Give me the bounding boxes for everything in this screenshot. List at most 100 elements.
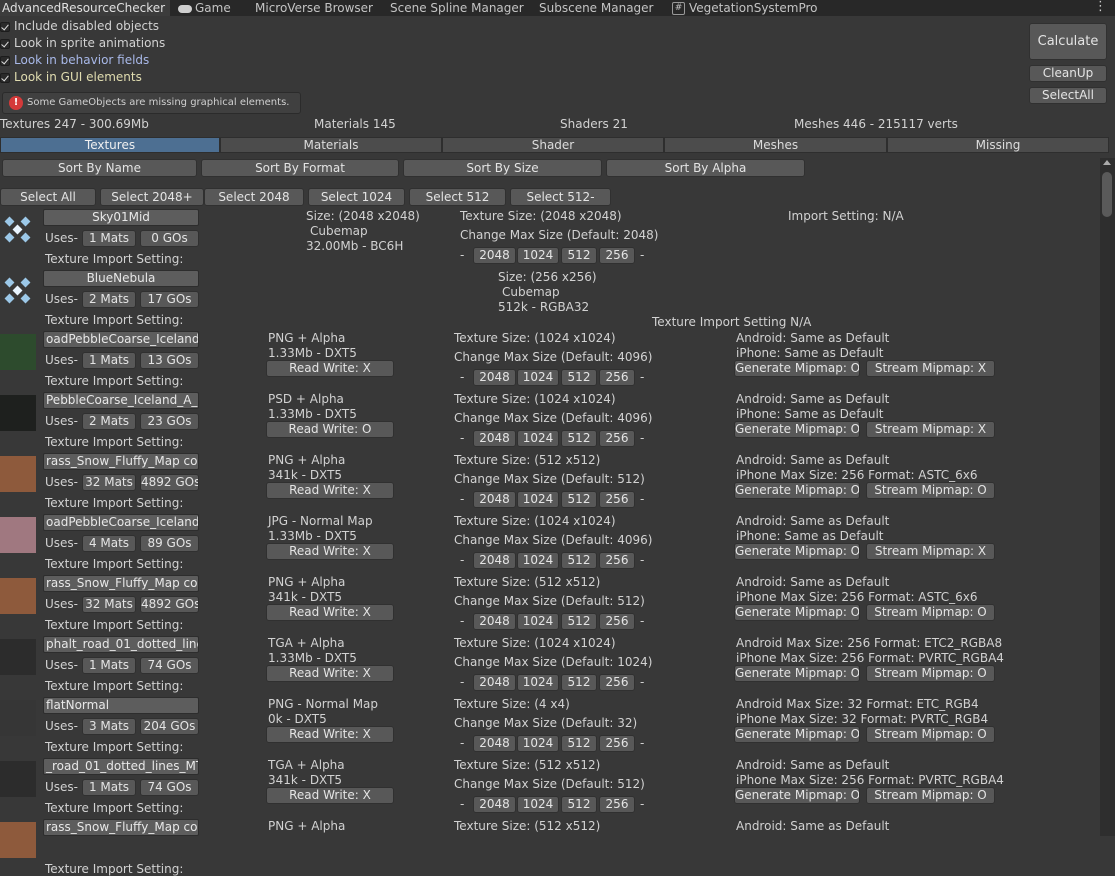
- tab-meshes[interactable]: Meshes: [664, 137, 887, 153]
- size-2048-button[interactable]: 2048: [473, 796, 516, 813]
- materials-count-button[interactable]: 1 Mats: [82, 779, 136, 796]
- size-256-button[interactable]: 256: [599, 369, 635, 386]
- size-1024-button[interactable]: 1024: [517, 430, 559, 447]
- tab-vegetation-system-pro[interactable]: # VegetationSystemPro: [672, 0, 822, 16]
- materials-count-button[interactable]: 1 Mats: [82, 352, 136, 369]
- size-2048-button[interactable]: 2048: [473, 613, 516, 630]
- read-write-button[interactable]: Read Write: X: [266, 665, 394, 682]
- tab-microverse-browser[interactable]: MicroVerse Browser: [255, 0, 373, 16]
- generate-mipmap-button[interactable]: Generate Mipmap: O: [734, 604, 860, 621]
- read-write-button[interactable]: Read Write: X: [266, 726, 394, 743]
- texture-name-field[interactable]: oadPebbleCoarse_Iceland_: [43, 331, 199, 348]
- size-256-button[interactable]: 256: [599, 674, 635, 691]
- read-write-button[interactable]: Read Write: X: [266, 360, 394, 377]
- size-2048-button[interactable]: 2048: [473, 491, 516, 508]
- size-256-button[interactable]: 256: [599, 552, 635, 569]
- texture-name-field[interactable]: Sky01Mid: [43, 209, 199, 226]
- sort-by-alpha-button[interactable]: Sort By Alpha: [606, 159, 805, 177]
- size-512-button[interactable]: 512: [561, 369, 597, 386]
- select-512-minus-button[interactable]: Select 512-: [510, 188, 611, 206]
- read-write-button[interactable]: Read Write: X: [266, 604, 394, 621]
- gameobjects-count-button[interactable]: 204 GOs: [140, 718, 199, 735]
- size-512-button[interactable]: 512: [561, 613, 597, 630]
- size-1024-button[interactable]: 1024: [517, 552, 559, 569]
- texture-name-field[interactable]: PebbleCoarse_Iceland_A_D: [43, 392, 199, 409]
- gameobjects-count-button[interactable]: 74 GOs: [140, 657, 199, 674]
- gameobjects-count-button[interactable]: 74 GOs: [140, 779, 199, 796]
- size-2048-button[interactable]: 2048: [473, 247, 516, 264]
- stream-mipmap-button[interactable]: Stream Mipmap: O: [866, 665, 995, 682]
- size-512-button[interactable]: 512: [561, 247, 597, 264]
- tab-scene-spline-manager[interactable]: Scene Spline Manager: [390, 0, 525, 16]
- sort-by-size-button[interactable]: Sort By Size: [403, 159, 602, 177]
- select-512-button[interactable]: Select 512: [409, 188, 506, 206]
- stream-mipmap-button[interactable]: Stream Mipmap: X: [866, 360, 995, 377]
- include-disabled-checkbox[interactable]: [0, 22, 10, 32]
- stream-mipmap-button[interactable]: Stream Mipmap: X: [866, 543, 995, 560]
- texture-name-field[interactable]: BlueNebula: [43, 270, 199, 287]
- size-1024-button[interactable]: 1024: [517, 247, 559, 264]
- size-512-button[interactable]: 512: [561, 552, 597, 569]
- select-2048-plus-button[interactable]: Select 2048+: [100, 188, 204, 206]
- texture-name-field[interactable]: flatNormal: [43, 697, 199, 714]
- size-256-button[interactable]: 256: [599, 491, 635, 508]
- generate-mipmap-button[interactable]: Generate Mipmap: O: [734, 482, 860, 499]
- size-2048-button[interactable]: 2048: [473, 369, 516, 386]
- size-1024-button[interactable]: 1024: [517, 735, 559, 752]
- generate-mipmap-button[interactable]: Generate Mipmap: O: [734, 543, 860, 560]
- behavior-fields-checkbox[interactable]: [0, 56, 10, 66]
- stream-mipmap-button[interactable]: Stream Mipmap: O: [866, 604, 995, 621]
- stream-mipmap-button[interactable]: Stream Mipmap: O: [866, 482, 995, 499]
- calculate-button[interactable]: Calculate: [1029, 23, 1107, 60]
- generate-mipmap-button[interactable]: Generate Mipmap: O: [734, 421, 860, 438]
- generate-mipmap-button[interactable]: Generate Mipmap: O: [734, 665, 860, 682]
- size-1024-button[interactable]: 1024: [517, 491, 559, 508]
- scrollbar-thumb[interactable]: [1102, 172, 1112, 217]
- materials-count-button[interactable]: 32 Mats: [82, 596, 136, 613]
- tab-shader[interactable]: Shader: [442, 137, 664, 153]
- select-1024-button[interactable]: Select 1024: [308, 188, 405, 206]
- size-2048-button[interactable]: 2048: [473, 430, 516, 447]
- texture-name-field[interactable]: oadPebbleCoarse_Iceland_: [43, 514, 199, 531]
- size-2048-button[interactable]: 2048: [473, 674, 516, 691]
- gameobjects-count-button[interactable]: 13 GOs: [140, 352, 199, 369]
- read-write-button[interactable]: Read Write: O: [266, 421, 394, 438]
- sort-by-format-button[interactable]: Sort By Format: [201, 159, 399, 177]
- texture-name-field[interactable]: rass_Snow_Fluffy_Map cop: [43, 453, 199, 470]
- size-1024-button[interactable]: 1024: [517, 613, 559, 630]
- select-all-textures-button[interactable]: Select All: [0, 188, 96, 206]
- gameobjects-count-button[interactable]: 4892 GOs: [140, 596, 199, 613]
- select-2048-button[interactable]: Select 2048: [204, 188, 304, 206]
- gameobjects-count-button[interactable]: 23 GOs: [140, 413, 199, 430]
- gui-elements-checkbox[interactable]: [0, 73, 10, 83]
- size-256-button[interactable]: 256: [599, 247, 635, 264]
- tab-textures[interactable]: Textures: [0, 137, 220, 153]
- generate-mipmap-button[interactable]: Generate Mipmap: O: [734, 787, 860, 804]
- tab-subscene-manager[interactable]: Subscene Manager: [539, 0, 657, 16]
- stream-mipmap-button[interactable]: Stream Mipmap: O: [866, 787, 995, 804]
- materials-count-button[interactable]: 2 Mats: [82, 413, 136, 430]
- read-write-button[interactable]: Read Write: X: [266, 543, 394, 560]
- size-2048-button[interactable]: 2048: [473, 552, 516, 569]
- read-write-button[interactable]: Read Write: X: [266, 787, 394, 804]
- size-256-button[interactable]: 256: [599, 613, 635, 630]
- tab-missing[interactable]: Missing: [887, 137, 1109, 153]
- size-512-button[interactable]: 512: [561, 430, 597, 447]
- scrollbar-track[interactable]: [1100, 158, 1115, 836]
- gameobjects-count-button[interactable]: 4892 GOs: [140, 474, 199, 491]
- size-256-button[interactable]: 256: [599, 735, 635, 752]
- stream-mipmap-button[interactable]: Stream Mipmap: O: [866, 726, 995, 743]
- texture-name-field[interactable]: rass_Snow_Fluffy_Map cop: [43, 575, 199, 592]
- sprite-animations-checkbox[interactable]: [0, 39, 10, 49]
- materials-count-button[interactable]: 1 Mats: [82, 657, 136, 674]
- materials-count-button[interactable]: 32 Mats: [82, 474, 136, 491]
- tab-materials[interactable]: Materials: [220, 137, 442, 153]
- materials-count-button[interactable]: 2 Mats: [82, 291, 136, 308]
- stream-mipmap-button[interactable]: Stream Mipmap: X: [866, 421, 995, 438]
- tab-game[interactable]: Game: [178, 0, 240, 16]
- size-512-button[interactable]: 512: [561, 674, 597, 691]
- sort-by-name-button[interactable]: Sort By Name: [2, 159, 197, 177]
- materials-count-button[interactable]: 3 Mats: [82, 718, 136, 735]
- more-options-icon[interactable]: ⋮: [1094, 0, 1107, 16]
- texture-name-field[interactable]: _road_01_dotted_lines_MT_: [43, 758, 199, 775]
